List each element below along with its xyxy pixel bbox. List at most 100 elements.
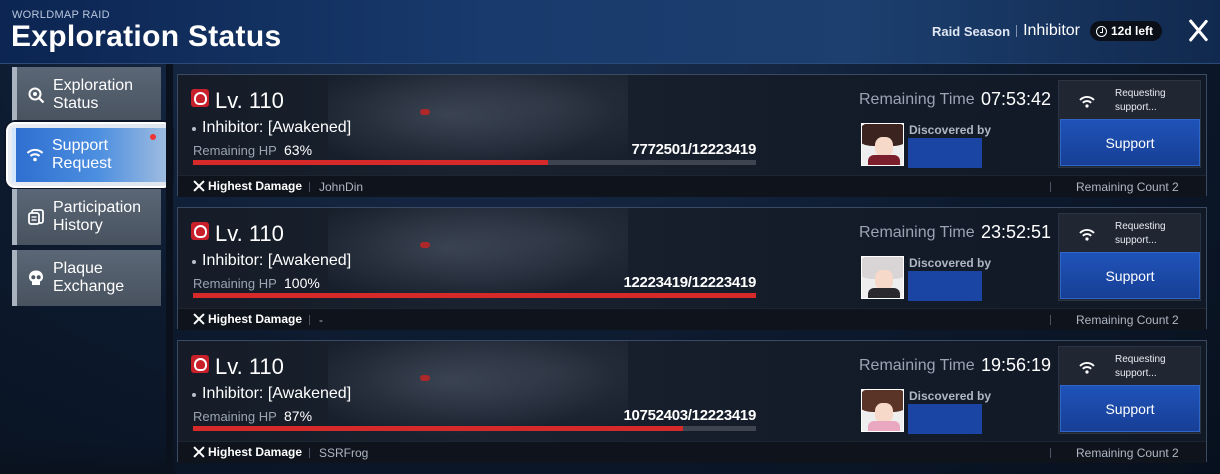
footer-divider [309, 182, 310, 192]
avatar[interactable] [861, 256, 904, 299]
card-footer: Highest Damage SSRFrog Remaining Count 2 [178, 441, 1206, 463]
hp-bar [193, 426, 756, 431]
sidebar-item-label: Plaque Exchange [53, 260, 125, 295]
hp-percent: 63% [284, 142, 313, 158]
highest-damage-player: SSRFrog [319, 446, 369, 460]
boss-eye [420, 242, 430, 248]
remaining-count: Remaining Count 2 [1076, 446, 1179, 460]
sidebar-item-label: Exploration Status [53, 77, 134, 112]
footer-divider [1050, 182, 1051, 192]
avatar[interactable] [861, 389, 904, 432]
header-bar: WORLDMAP RAID Exploration Status Raid Se… [0, 0, 1220, 64]
highest-damage-label: Highest Damage [208, 312, 303, 326]
sidebar-item-exploration-status[interactable]: Exploration Status [12, 67, 161, 123]
remaining-time-label: Remaining Time [859, 91, 975, 108]
crossed-swords-icon [193, 180, 205, 192]
discovered-by-label: Discovered by [909, 256, 992, 270]
signal-icon [1079, 361, 1095, 375]
signal-icon [26, 146, 44, 164]
sidebar-item-plaque-exchange[interactable]: Plaque Exchange [12, 250, 161, 306]
hp-bar [193, 293, 756, 298]
footer-divider [1050, 315, 1051, 325]
signal-icon [1079, 95, 1095, 109]
hp-values: 7772501/12223419 [631, 141, 756, 158]
remaining-time-label: Remaining Time [859, 357, 975, 374]
crossed-swords-icon [193, 313, 205, 325]
discoverer-name-box [908, 404, 982, 434]
close-icon[interactable] [1186, 18, 1210, 42]
season-time-left: 12d left [1110, 24, 1153, 38]
raid-season-info: Raid Season Inhibitor 12d left [932, 19, 1162, 43]
highest-damage-player: JohnDin [319, 180, 364, 194]
season-boss-name: Inhibitor [1023, 22, 1080, 39]
hp-label: Remaining HP [193, 276, 277, 291]
remaining-count: Remaining Count 2 [1076, 313, 1179, 327]
hp-percent: 100% [284, 275, 320, 291]
hp-label: Remaining HP [193, 143, 277, 158]
remaining-time: 23:52:51 [981, 222, 1052, 242]
footer-divider [309, 315, 310, 325]
support-button[interactable]: Support [1060, 252, 1200, 299]
bullet-dot [192, 260, 196, 264]
scroll-track [166, 64, 173, 474]
boss-name: Inhibitor: [Awakened] [202, 252, 352, 269]
season-label: Raid Season [932, 23, 1011, 39]
remaining-time: 19:56:19 [981, 355, 1052, 375]
boss-level: Lv. 110 [215, 221, 284, 246]
signal-icon [1079, 228, 1095, 242]
notification-dot [150, 134, 156, 140]
highest-damage-label: Highest Damage [208, 179, 303, 193]
hp-label: Remaining HP [193, 409, 277, 424]
card-footer: Highest Damage - Remaining Count 2 [178, 308, 1206, 330]
hp-bar-fill [193, 426, 683, 431]
page-title: Exploration Status [11, 20, 282, 53]
support-button[interactable]: Support [1060, 119, 1200, 166]
boss-icon [191, 355, 209, 373]
bullet-dot [192, 127, 196, 131]
boss-name: Inhibitor: [Awakened] [202, 385, 352, 402]
hp-bar-fill [193, 160, 548, 165]
hp-percent: 87% [284, 408, 313, 424]
sidebar-item-participation-history[interactable]: Participation History [12, 189, 161, 245]
highest-damage-player: - [319, 313, 323, 327]
raid-card: Lv. 110 Inhibitor: [Awakened] Remaining … [177, 340, 1207, 463]
avatar[interactable] [861, 123, 904, 166]
hp-bar-fill [193, 293, 756, 298]
avatar-face [875, 137, 893, 157]
footer-divider [1050, 448, 1051, 458]
avatar-face [875, 403, 893, 423]
clock-icon [1095, 25, 1107, 37]
sidebar-item-label: Support Request [52, 137, 112, 172]
raid-card: Lv. 110 Inhibitor: [Awakened] Remaining … [177, 207, 1207, 330]
discovered-by-label: Discovered by [909, 389, 992, 403]
remaining-count: Remaining Count 2 [1076, 180, 1179, 194]
hp-bar [193, 160, 756, 165]
boss-eye [420, 109, 430, 115]
support-panel: Requesting support... Support [1058, 346, 1201, 434]
footer-divider [309, 448, 310, 458]
boss-icon [191, 89, 209, 107]
avatar-face [875, 270, 893, 290]
support-button[interactable]: Support [1060, 385, 1200, 432]
sidebar-item-support-request[interactable]: Support Request [6, 122, 172, 188]
boss-name: Inhibitor: [Awakened] [202, 119, 352, 136]
avatar-body [868, 288, 900, 298]
support-panel: Requesting support... Support [1058, 213, 1201, 301]
requesting-support-text: Requesting support... [1115, 88, 1166, 113]
requesting-support-text: Requesting support... [1115, 354, 1166, 379]
documents-icon [27, 208, 45, 226]
boss-level: Lv. 110 [215, 354, 284, 379]
remaining-time-label: Remaining Time [859, 224, 975, 241]
highest-damage-label: Highest Damage [208, 445, 303, 459]
skull-icon [27, 269, 45, 287]
raid-card: Lv. 110 Inhibitor: [Awakened] Remaining … [177, 74, 1207, 197]
boss-icon [191, 222, 209, 240]
card-footer: Highest Damage JohnDin Remaining Count 2 [178, 175, 1206, 197]
season-divider [1016, 25, 1018, 37]
sidebar-bottom-fade [0, 440, 175, 474]
season-timer-badge: 12d left [1089, 21, 1162, 41]
hp-values: 12223419/12223419 [623, 274, 756, 291]
remaining-time: 07:53:42 [981, 89, 1052, 109]
raid-screen: WORLDMAP RAID Exploration Status Raid Se… [0, 0, 1220, 474]
boss-eye [420, 375, 430, 381]
